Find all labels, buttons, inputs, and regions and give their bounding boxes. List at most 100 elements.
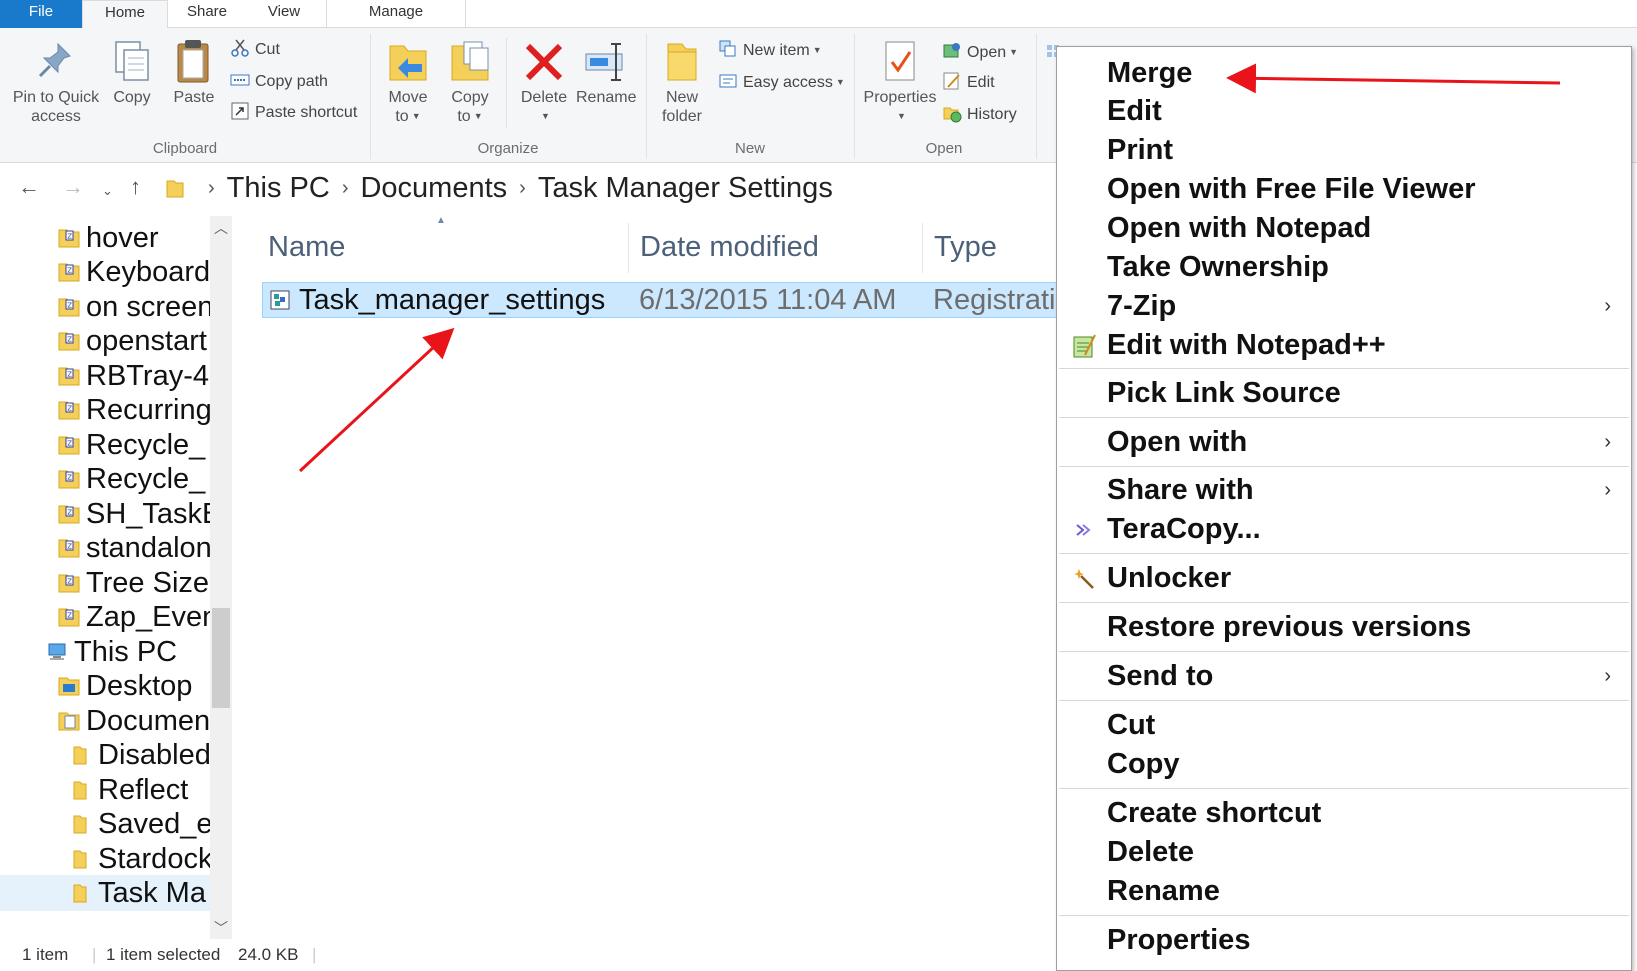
properties-button[interactable]: Properties ▼	[860, 38, 940, 126]
move-to-button[interactable]: Move to ▼	[384, 38, 432, 126]
menu-item-restore-previous-versions[interactable]: Restore previous versions	[1057, 608, 1631, 646]
dropdown-arrow-icon: ▼	[1009, 47, 1019, 57]
new-folder-button[interactable]: New folder	[656, 38, 708, 126]
column-separator[interactable]	[922, 223, 923, 273]
menu-item-edit[interactable]: Edit	[1057, 92, 1631, 130]
column-header-type[interactable]: Type	[934, 227, 997, 267]
paste-button[interactable]: Paste	[170, 38, 218, 107]
up-arrow-icon[interactable]: ↑	[130, 175, 141, 199]
nav-subfolder-selected[interactable]: Task Ma	[0, 875, 232, 911]
nav-item[interactable]: Z Zap_Even	[58, 599, 218, 635]
file-name[interactable]: Task_manager_settings	[299, 283, 619, 317]
menu-item-create-shortcut[interactable]: Create shortcut	[1057, 794, 1631, 832]
back-arrow-icon[interactable]: ←	[18, 175, 40, 199]
pin-icon	[38, 42, 71, 78]
rename-button[interactable]: Rename	[576, 38, 636, 107]
nav-item[interactable]: Z Keyboard	[58, 254, 210, 290]
copy-button[interactable]: Copy	[108, 38, 156, 107]
menu-item-pick-link-source[interactable]: Pick Link Source	[1057, 374, 1631, 412]
zip-folder-icon: Z	[58, 367, 80, 386]
menu-item-take-ownership[interactable]: Take Ownership	[1057, 248, 1631, 286]
menu-item-7-zip[interactable]: 7-Zip ›	[1057, 287, 1631, 325]
nav-documents[interactable]: Documents	[58, 703, 232, 739]
copy-path-button[interactable]: Copy path	[230, 70, 328, 94]
copy-to-button[interactable]: Copy to ▼	[446, 38, 494, 126]
nav-subfolder[interactable]: Disabled	[70, 737, 211, 773]
scroll-up-chevron-icon[interactable]: ︿	[210, 218, 232, 238]
breadcrumb-separator-icon: ›	[519, 177, 526, 199]
folder-icon	[73, 884, 87, 903]
nav-item[interactable]: Zstandalon	[58, 530, 212, 566]
open-button[interactable]: Open ▼	[942, 40, 1018, 64]
dropdown-arrow-icon: ▼	[835, 77, 845, 87]
menu-item-rename[interactable]: Rename	[1057, 872, 1631, 910]
nav-item[interactable]: Zopenstart	[58, 323, 207, 359]
nav-desktop[interactable]: Desktop	[58, 668, 192, 704]
menu-item-teracopy[interactable]: TeraCopy...	[1057, 510, 1631, 548]
computer-icon	[48, 643, 66, 660]
nav-item[interactable]: Zon screen	[58, 289, 213, 325]
nav-subfolder[interactable]: Saved_e	[70, 806, 213, 842]
forward-arrow-icon[interactable]: →	[62, 175, 84, 199]
recent-locations-chevron-icon[interactable]: ⌄	[102, 179, 113, 203]
tab-file[interactable]: File	[0, 0, 82, 28]
nav-item[interactable]: Zhover	[58, 220, 159, 256]
file-row-selected[interactable]: Task_manager_settings 6/13/2015 11:04 AM…	[262, 282, 1062, 318]
folder-icon	[166, 180, 184, 198]
breadcrumb-documents[interactable]: Documents	[360, 172, 507, 204]
menu-item-open-with[interactable]: Open with ›	[1057, 423, 1631, 461]
menu-item-print[interactable]: Print	[1057, 131, 1631, 169]
tab-share[interactable]: Share	[168, 0, 246, 28]
zip-folder-icon: Z	[58, 608, 80, 627]
selection-size: 24.0 KB	[238, 945, 299, 964]
nav-this-pc[interactable]: This PC	[46, 634, 177, 670]
paste-shortcut-label: Paste shortcut	[255, 104, 358, 121]
column-header-date-modified[interactable]: Date modified	[640, 227, 819, 267]
scrollbar-thumb[interactable]	[212, 608, 230, 708]
breadcrumb-task-manager-settings[interactable]: Task Manager Settings	[538, 172, 833, 204]
cut-button[interactable]: Cut	[230, 38, 280, 62]
delete-button[interactable]: Delete ▼	[518, 38, 570, 126]
nav-item[interactable]: Z Recycle_	[58, 461, 205, 497]
tab-view[interactable]: View	[246, 0, 322, 28]
nav-item[interactable]: Z Recycle_	[58, 427, 205, 463]
new-item-button[interactable]: New item ▼	[718, 38, 822, 62]
menu-item-open-with-free-file-viewer[interactable]: Open with Free File Viewer	[1057, 170, 1631, 208]
menu-item-properties[interactable]: Properties	[1057, 921, 1631, 959]
menu-item-unlocker[interactable]: Unlocker	[1057, 559, 1631, 597]
edit-button[interactable]: Edit	[942, 71, 995, 95]
nav-item[interactable]: Z Tree Size	[58, 565, 209, 601]
menu-item-send-to[interactable]: Send to ›	[1057, 657, 1631, 695]
nav-item[interactable]: Z SH_TaskB	[58, 496, 221, 532]
edit-icon	[943, 72, 960, 90]
paste-shortcut-button[interactable]: Paste shortcut	[230, 101, 357, 125]
pin-to-quick-access-button[interactable]: Pin to Quick access	[8, 38, 104, 126]
nav-item[interactable]: Z RBTray-4	[58, 358, 209, 394]
easy-access-button[interactable]: Easy access ▼	[718, 70, 845, 94]
column-separator[interactable]	[628, 223, 629, 273]
notepad-plus-plus-icon	[1073, 334, 1096, 358]
svg-text:Z: Z	[67, 371, 72, 379]
tab-home[interactable]: Home	[82, 0, 168, 29]
selection-count: 1 item selected	[106, 945, 221, 964]
menu-item-edit-with-notepad-plus-plus[interactable]: Edit with Notepad++	[1057, 326, 1631, 364]
item-count: 1 item	[22, 945, 69, 964]
tab-manage[interactable]: Manage	[326, 0, 466, 28]
scroll-down-chevron-icon[interactable]: ﹀	[210, 918, 232, 938]
menu-item-copy[interactable]: Copy	[1057, 745, 1631, 783]
copy-to-icon	[451, 41, 489, 81]
nav-subfolder[interactable]: Reflect	[70, 772, 188, 808]
column-header-name[interactable]: Name	[268, 227, 345, 267]
menu-item-open-with-notepad[interactable]: Open with Notepad	[1057, 209, 1631, 247]
menu-item-cut[interactable]: Cut	[1057, 706, 1631, 744]
breadcrumb-this-pc[interactable]: This PC	[227, 172, 330, 204]
easy-access-icon	[719, 74, 737, 88]
history-button[interactable]: History	[942, 103, 1017, 127]
nav-scrollbar[interactable]: ︿ ﹀	[210, 216, 232, 939]
menu-item-share-with[interactable]: Share with ›	[1057, 471, 1631, 509]
menu-item-delete[interactable]: Delete	[1057, 833, 1631, 871]
nav-item[interactable]: Z Recurring	[58, 392, 212, 428]
nav-subfolder[interactable]: Stardock	[70, 841, 212, 877]
new-folder-label: New	[665, 89, 698, 106]
menu-item-merge[interactable]: Merge	[1057, 54, 1631, 92]
